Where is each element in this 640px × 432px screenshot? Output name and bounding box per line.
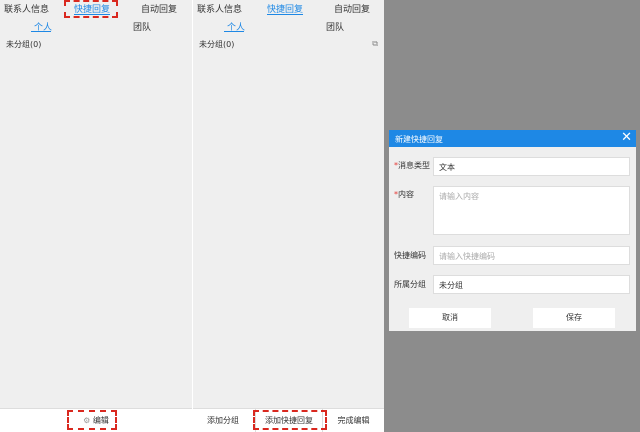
nav-contact-info[interactable]: 联系人信息: [197, 2, 242, 15]
highlight-quick-reply-tab: [64, 0, 118, 18]
group-ungrouped[interactable]: 未分组(0): [6, 39, 41, 50]
tab-team[interactable]: 团队: [326, 20, 344, 33]
external-edit-icon[interactable]: ⧉: [372, 39, 378, 49]
finish-edit-button[interactable]: 完成编辑: [323, 409, 384, 432]
dialog-title: 新建快捷回复: [395, 135, 443, 144]
tab-team[interactable]: 团队: [133, 20, 151, 33]
content-textarea[interactable]: 请输入内容: [433, 186, 630, 235]
highlight-add-quick-reply: [253, 410, 327, 430]
group-select[interactable]: 未分组: [433, 275, 630, 294]
group-ungrouped[interactable]: 未分组(0): [199, 39, 234, 50]
content-label-text: 内容: [398, 190, 414, 199]
cancel-button[interactable]: 取消: [409, 308, 491, 328]
subtab-active-underline: [224, 31, 244, 32]
nav-active-underline: [267, 14, 303, 15]
msg-type-label-text: 消息类型: [398, 161, 430, 170]
save-button[interactable]: 保存: [533, 308, 615, 328]
new-quick-reply-dialog: 新建快捷回复 ✕ *消息类型 文本 *内容 请输入内容 快捷编码 请输入快捷编码…: [389, 130, 636, 331]
quick-reply-panel-edit: 联系人信息 快捷回复 自动回复 个人 团队 未分组(0) ⧉ 添加分组 添加快捷…: [192, 0, 384, 432]
msg-type-label: *消息类型: [394, 160, 430, 171]
nav-auto-reply[interactable]: 自动回复: [141, 2, 177, 15]
subtab-active-underline: [31, 31, 51, 32]
quick-reply-panel-left: 联系人信息 快捷回复 自动回复 个人 团队 未分组(0) ⚙ 编辑: [0, 0, 192, 432]
dialog-header: 新建快捷回复 ✕: [389, 130, 636, 147]
close-icon[interactable]: ✕: [621, 131, 632, 145]
msg-type-select[interactable]: 文本: [433, 157, 630, 176]
shortcut-label: 快捷编码: [394, 251, 426, 260]
highlight-edit-button: [67, 410, 117, 430]
group-label: 所属分组: [394, 280, 426, 289]
add-group-button[interactable]: 添加分组: [193, 409, 253, 432]
shortcut-input[interactable]: 请输入快捷编码: [433, 246, 630, 265]
content-label: *内容: [394, 189, 414, 200]
nav-contact-info[interactable]: 联系人信息: [4, 2, 49, 15]
nav-auto-reply[interactable]: 自动回复: [334, 2, 370, 15]
